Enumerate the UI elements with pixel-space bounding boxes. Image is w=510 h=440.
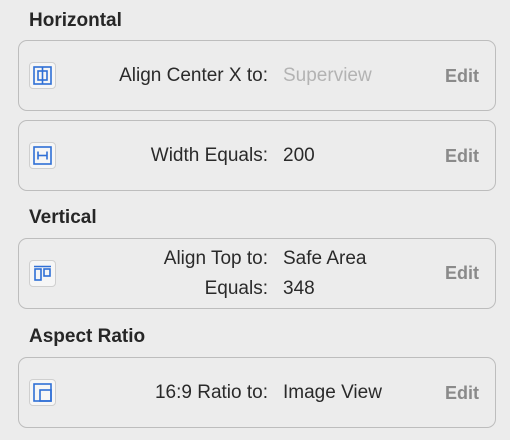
constraint-value[interactable]: 348 bbox=[283, 278, 315, 300]
align-top-icon[interactable] bbox=[29, 260, 56, 287]
edit-button[interactable]: Edit bbox=[445, 262, 479, 284]
constraint-label-equals: Equals: bbox=[204, 278, 268, 299]
constraint-label: Width Equals: bbox=[150, 145, 268, 166]
constraint-value[interactable]: 200 bbox=[283, 145, 315, 167]
constraint-row-aspect-ratio[interactable]: 16:9 Ratio to: Image View Edit bbox=[18, 357, 496, 428]
width-icon[interactable] bbox=[29, 142, 56, 169]
section-title-vertical: Vertical bbox=[29, 207, 97, 228]
constraint-row-align-top[interactable]: Align Top to: Safe Area Equals: 348 Edit bbox=[18, 238, 496, 309]
constraint-target-placeholder[interactable]: Superview bbox=[283, 65, 372, 87]
edit-button[interactable]: Edit bbox=[445, 382, 479, 404]
constraint-row-width[interactable]: Width Equals: 200 Edit bbox=[18, 120, 496, 191]
constraint-row-align-center-x[interactable]: Align Center X to: Superview Edit bbox=[18, 40, 496, 111]
aspect-ratio-icon[interactable] bbox=[29, 379, 56, 406]
constraint-label: Align Center X to: bbox=[119, 65, 268, 86]
constraint-label: 16:9 Ratio to: bbox=[154, 382, 268, 403]
constraint-label: Align Top to: bbox=[163, 248, 268, 269]
constraint-target[interactable]: Safe Area bbox=[283, 248, 366, 270]
constraint-target[interactable]: Image View bbox=[283, 382, 382, 404]
edit-button[interactable]: Edit bbox=[445, 65, 479, 87]
section-title-aspect-ratio: Aspect Ratio bbox=[29, 326, 146, 347]
align-center-x-icon[interactable] bbox=[29, 62, 56, 89]
section-title-horizontal: Horizontal bbox=[29, 10, 122, 31]
edit-button[interactable]: Edit bbox=[445, 145, 479, 167]
